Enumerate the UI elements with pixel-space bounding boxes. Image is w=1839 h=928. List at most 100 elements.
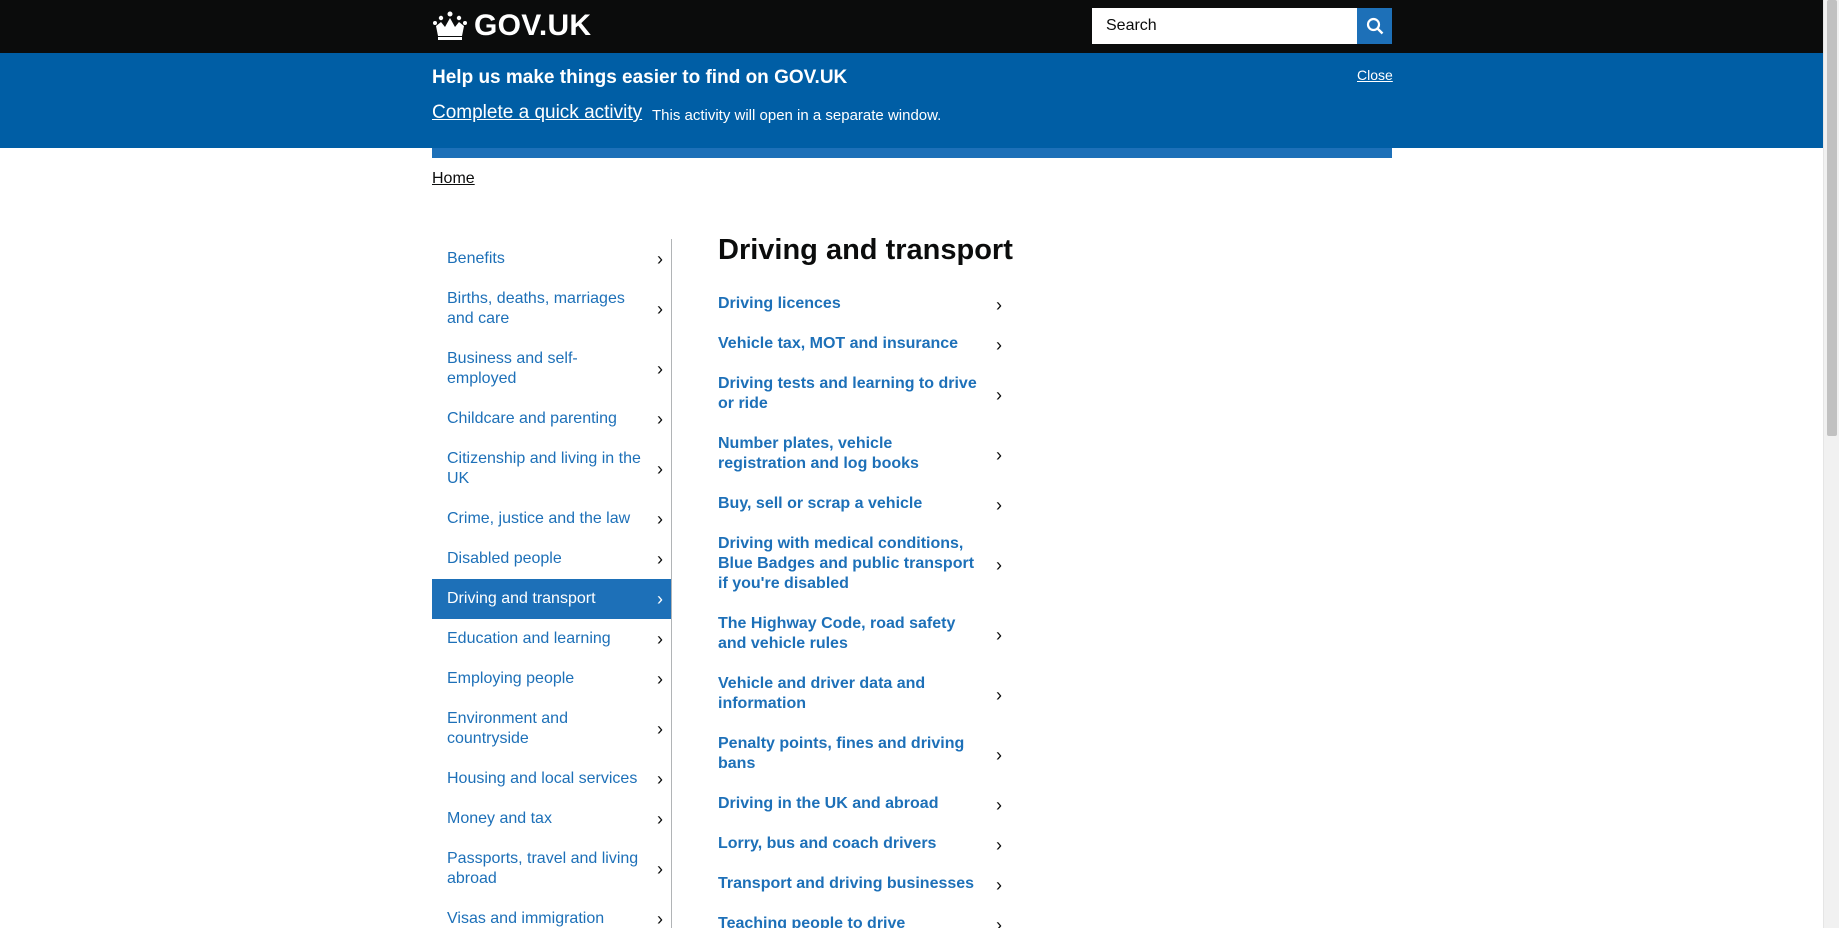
chevron-right-icon: › (996, 835, 1002, 855)
chevron-right-icon: › (996, 685, 1002, 705)
topic-link[interactable]: Penalty points, fines and driving bans › (718, 727, 1002, 787)
topic-label: Lorry, bus and coach drivers (718, 835, 937, 852)
sidebar-item-label: Employing people (447, 670, 575, 687)
topic-link[interactable]: The Highway Code, road safety and vehicl… (718, 607, 1002, 667)
scrollbar[interactable] (1823, 0, 1839, 928)
chevron-right-icon: › (657, 549, 663, 569)
sidebar-item-label: Visas and immigration (447, 910, 605, 927)
topic-label: Buy, sell or scrap a vehicle (718, 495, 923, 512)
sidebar-item-label: Passports, travel and living abroad (447, 850, 639, 887)
topic-link[interactable]: Teaching people to drive › (718, 907, 1002, 928)
sidebar-item[interactable]: Environment and countryside › (432, 699, 671, 759)
blue-divider (432, 148, 1392, 158)
sidebar-item-label: Environment and countryside (447, 710, 568, 747)
chevron-right-icon: › (657, 359, 663, 379)
topic-link[interactable]: Number plates, vehicle registration and … (718, 427, 1002, 487)
breadcrumb-home[interactable]: Home (432, 170, 475, 188)
topic-label: Teaching people to drive (718, 915, 906, 928)
sidebar-item-label: Education and learning (447, 630, 611, 647)
topic-label: Driving licences (718, 295, 841, 312)
topic-link[interactable]: Transport and driving businesses › (718, 867, 1002, 907)
sidebar-item[interactable]: Visas and immigration › (432, 899, 671, 928)
chevron-right-icon: › (996, 385, 1002, 405)
topic-link[interactable]: Lorry, bus and coach drivers › (718, 827, 1002, 867)
chevron-right-icon: › (657, 769, 663, 789)
banner-note: This activity will open in a separate wi… (652, 107, 942, 124)
sidebar-item[interactable]: Passports, travel and living abroad › (432, 839, 671, 899)
sidebar-item[interactable]: Disabled people › (432, 539, 671, 579)
logo-text: GOV.UK (474, 9, 592, 42)
topic-label: The Highway Code, road safety and vehicl… (718, 615, 956, 652)
sidebar-item[interactable]: Driving and transport › (432, 579, 671, 619)
chevron-right-icon: › (657, 409, 663, 429)
browse-sidebar: Benefits › Births, deaths, marriages and c… (432, 239, 672, 928)
sidebar-item[interactable]: Births, deaths, marriages and care › (432, 279, 671, 339)
chevron-right-icon: › (657, 509, 663, 529)
page-title: Driving and transport (718, 234, 1013, 266)
sidebar-item[interactable]: Housing and local services › (432, 759, 671, 799)
chevron-right-icon: › (657, 859, 663, 879)
govuk-logo-link[interactable]: GOV.UK (432, 9, 591, 43)
topic-link[interactable]: Driving licences › (718, 287, 1002, 327)
sidebar-item[interactable]: Citizenship and living in the UK › (432, 439, 671, 499)
sidebar-item-label: Money and tax (447, 810, 552, 827)
chevron-right-icon: › (996, 295, 1002, 315)
sidebar-item-label: Benefits (447, 250, 505, 267)
chevron-right-icon: › (657, 669, 663, 689)
topic-link[interactable]: Buy, sell or scrap a vehicle › (718, 487, 1002, 527)
search-placeholder: Search (1106, 17, 1157, 34)
chevron-right-icon: › (996, 745, 1002, 765)
banner-title: Help us make things easier to find on GO… (432, 67, 848, 88)
chevron-right-icon: › (657, 719, 663, 739)
scrollbar-thumb[interactable] (1827, 0, 1837, 436)
chevron-right-icon: › (657, 249, 663, 269)
sidebar-item-label: Housing and local services (447, 770, 638, 787)
topic-label: Transport and driving businesses (718, 875, 975, 892)
chevron-right-icon: › (996, 625, 1002, 645)
sidebar-item[interactable]: Benefits › (432, 239, 671, 279)
chevron-right-icon: › (657, 629, 663, 649)
topic-label: Driving tests and learning to drive or r… (718, 375, 977, 412)
search-icon (1366, 17, 1383, 35)
topic-link[interactable]: Driving with medical conditions, Blue Ba… (718, 527, 1002, 607)
sidebar-item[interactable]: Business and self-employed › (432, 339, 671, 399)
topic-label: Penalty points, fines and driving bans (718, 735, 965, 772)
chevron-right-icon: › (996, 795, 1002, 815)
chevron-right-icon: › (996, 875, 1002, 895)
sidebar-item[interactable]: Employing people › (432, 659, 671, 699)
sidebar-item[interactable]: Crime, justice and the law › (432, 499, 671, 539)
crown-icon (433, 11, 467, 40)
chevron-right-icon: › (657, 909, 663, 928)
search-input[interactable]: Search (1092, 8, 1357, 44)
sidebar-item-label: Driving and transport (447, 590, 596, 607)
chevron-right-icon: › (996, 915, 1002, 928)
chevron-right-icon: › (657, 459, 663, 479)
topic-label: Driving with medical conditions, Blue Ba… (718, 535, 975, 592)
topic-label: Vehicle tax, MOT and insurance (718, 335, 959, 352)
chevron-right-icon: › (657, 299, 663, 319)
chevron-right-icon: › (996, 335, 1002, 355)
topic-label: Vehicle and driver data and information (718, 675, 926, 712)
chevron-right-icon: › (996, 555, 1002, 575)
banner-activity-link[interactable]: Complete a quick activity (432, 102, 642, 124)
survey-banner: Help us make things easier to find on GO… (0, 53, 1823, 148)
topic-link[interactable]: Driving tests and learning to drive or r… (718, 367, 1002, 427)
topic-label: Driving in the UK and abroad (718, 795, 939, 812)
sidebar-item-label: Disabled people (447, 550, 562, 567)
sidebar-item-label: Crime, justice and the law (447, 510, 631, 527)
site-header: GOV.UK Search (0, 0, 1823, 53)
sidebar-item-label: Business and self-employed (447, 350, 578, 387)
topic-label: Number plates, vehicle registration and … (718, 435, 919, 472)
search-button[interactable] (1357, 8, 1392, 44)
topic-link[interactable]: Vehicle tax, MOT and insurance › (718, 327, 1002, 367)
topic-list: Driving licences › Vehicle tax, MOT and in… (718, 287, 1002, 928)
sidebar-item[interactable]: Childcare and parenting › (432, 399, 671, 439)
sidebar-item[interactable]: Education and learning › (432, 619, 671, 659)
sidebar-item[interactable]: Money and tax › (432, 799, 671, 839)
topic-link[interactable]: Driving in the UK and abroad › (718, 787, 1002, 827)
sidebar-item-label: Births, deaths, marriages and care (447, 290, 625, 327)
chevron-right-icon: › (657, 809, 663, 829)
chevron-right-icon: › (996, 445, 1002, 465)
banner-close-link[interactable]: Close (1357, 67, 1393, 83)
topic-link[interactable]: Vehicle and driver data and information › (718, 667, 1002, 727)
